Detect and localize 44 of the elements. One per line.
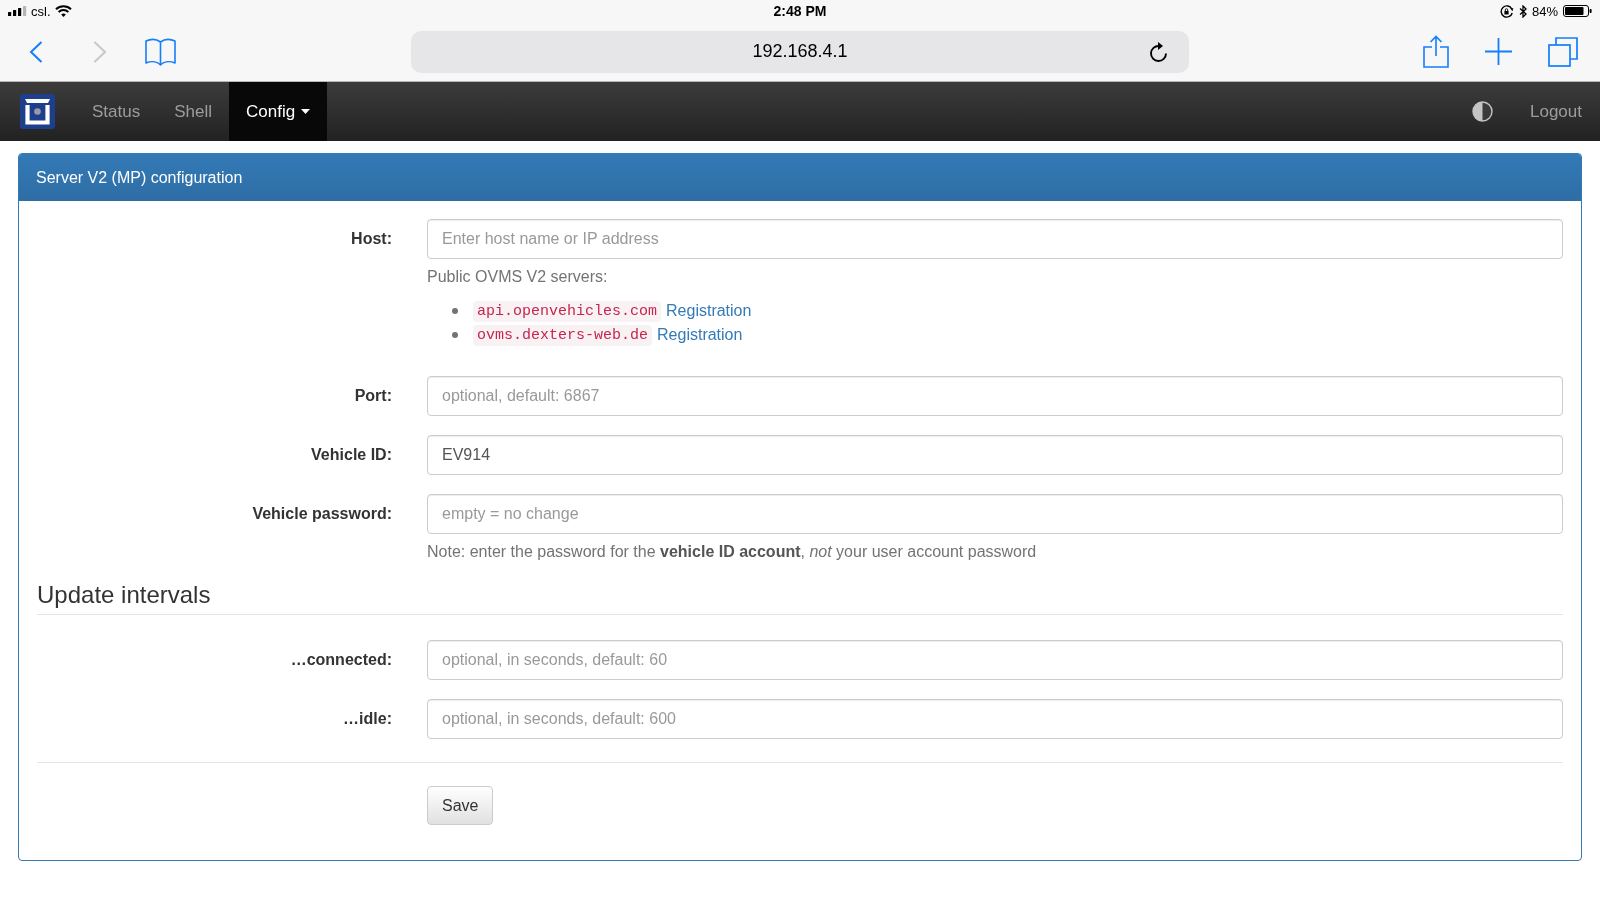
input-field[interactable]: optional, in seconds, default: 60 (427, 640, 1563, 680)
carrier-name: csl. (31, 3, 51, 19)
logout-link[interactable]: Logout (1513, 101, 1600, 122)
section-heading: Update intervals (37, 581, 211, 609)
field-label: …connected: (290, 650, 392, 670)
address-field[interactable]: 192.168.4.1 (411, 30, 1189, 73)
field-label: Port: (354, 386, 392, 406)
battery-icon (1563, 5, 1592, 17)
share-icon[interactable] (1423, 35, 1449, 68)
bullet-icon (452, 308, 458, 314)
input-field[interactable]: optional, default: 6867 (427, 376, 1563, 416)
nav-tab[interactable]: Config (229, 82, 328, 141)
input-field[interactable]: empty = no change (427, 494, 1563, 534)
reload-icon[interactable] (1149, 40, 1169, 63)
tabs-icon[interactable] (1548, 36, 1578, 67)
signal-icon (8, 6, 27, 16)
bluetooth-icon (1518, 4, 1527, 18)
wifi-icon (54, 5, 72, 17)
bookmarks-icon[interactable] (145, 37, 176, 66)
contrast-icon[interactable] (1472, 101, 1493, 122)
help-text: Note: enter the password for the vehicle ID account, not your user account password (427, 542, 1038, 562)
rotation-lock-icon (1499, 4, 1514, 18)
logo-icon[interactable] (20, 94, 55, 129)
nav-tab[interactable]: Status (75, 82, 158, 141)
input-field[interactable]: Enter host name or IP address (427, 219, 1563, 259)
input-field[interactable]: EV914 (427, 435, 1563, 475)
input-field[interactable]: optional, in seconds, default: 600 (427, 699, 1563, 739)
registration-link[interactable]: Registration (666, 302, 752, 320)
registration-link[interactable]: Registration (657, 326, 743, 344)
save-button[interactable]: Save (427, 786, 494, 825)
new-tab-icon[interactable] (1485, 38, 1512, 65)
server-hostname: ovms.dexters-web.de (473, 324, 653, 346)
field-label: Vehicle password: (252, 504, 392, 524)
clock-time: 2:48 PM (773, 3, 827, 19)
field-label: …idle: (343, 709, 392, 729)
help-text: Public OVMS V2 servers: (427, 267, 609, 287)
bullet-icon (452, 332, 458, 338)
server-hostname: api.openvehicles.com (473, 300, 662, 322)
back-icon[interactable] (29, 40, 43, 63)
nav-tab[interactable]: Shell (157, 82, 229, 141)
field-label: Host: (351, 229, 392, 249)
battery-percentage: 84% (1531, 3, 1558, 19)
field-label: Vehicle ID: (311, 445, 392, 465)
panel-title: Server V2 (MP) configuration (36, 168, 243, 187)
